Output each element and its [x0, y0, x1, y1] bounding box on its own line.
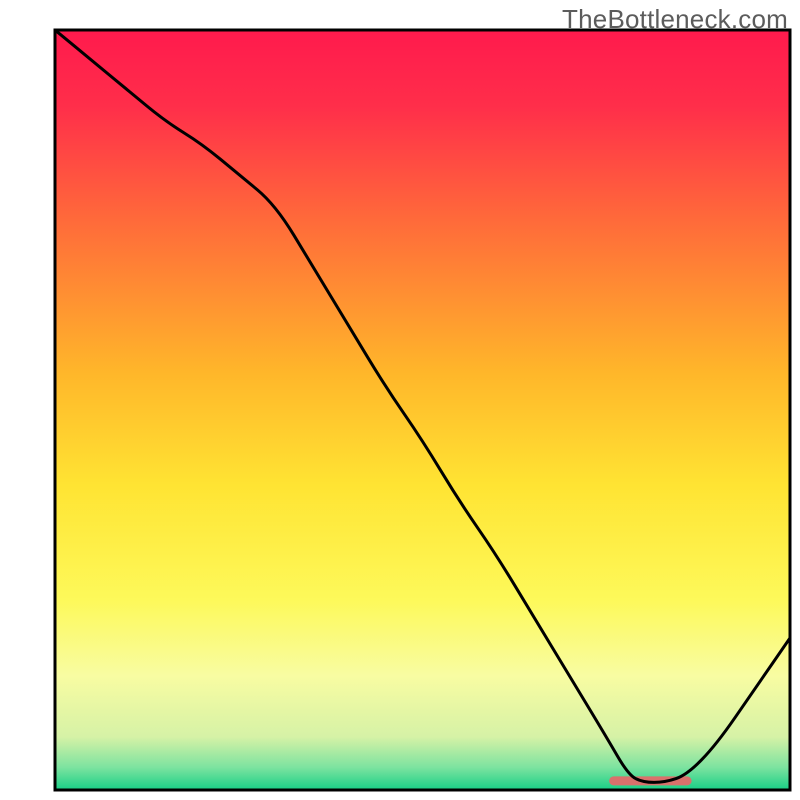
gradient-background — [55, 30, 790, 790]
chart-stage: TheBottleneck.com — [0, 0, 800, 800]
watermark-text: TheBottleneck.com — [562, 4, 788, 35]
bottleneck-chart — [0, 0, 800, 800]
